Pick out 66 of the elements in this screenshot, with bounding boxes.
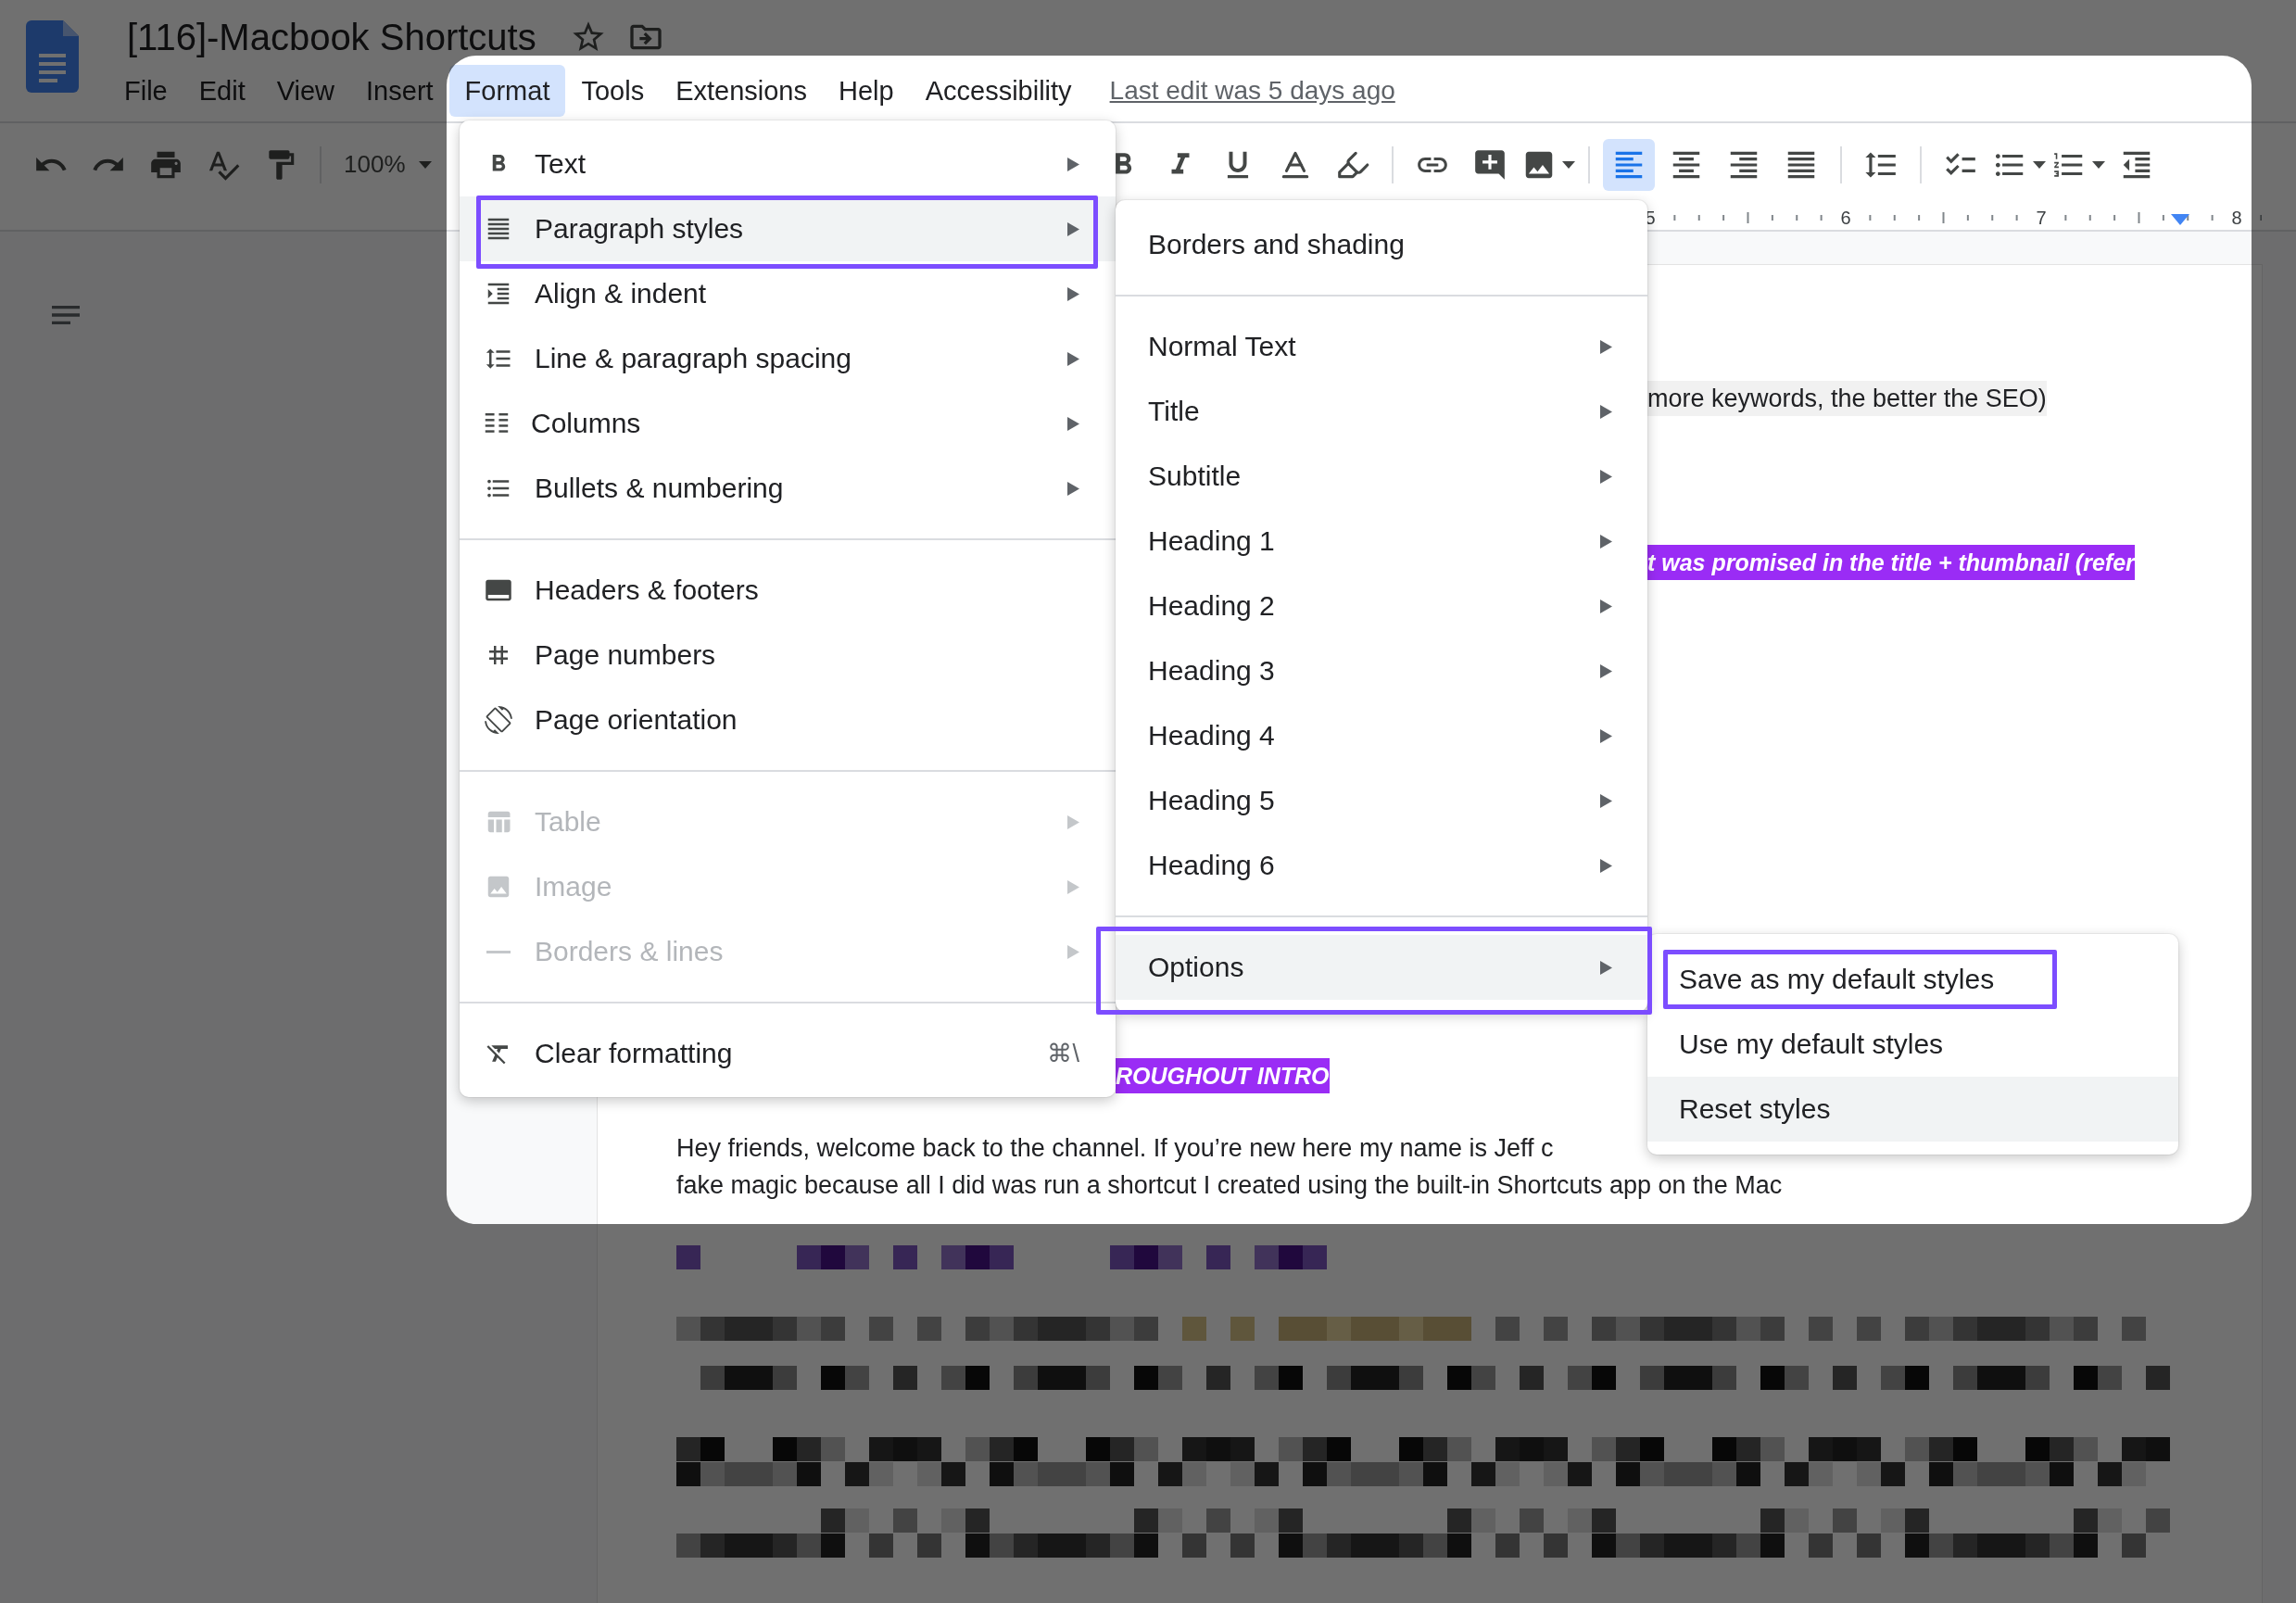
menu-item[interactable]: Heading 1 (1116, 509, 1647, 574)
submenu-arrow-icon (1600, 728, 1612, 743)
menu-item[interactable]: Heading 3 (1116, 638, 1647, 703)
caret-icon (2032, 160, 2046, 169)
menu-bar-item[interactable]: Tools (565, 65, 661, 117)
document-text: t was promised in the title + thumbnail (refer (1647, 545, 2135, 580)
menu-item[interactable]: Heading 2 (1116, 574, 1647, 638)
menu-item[interactable]: Text (460, 132, 1116, 196)
submenu-arrow-icon (1067, 351, 1079, 366)
document-text: more keywords, the better the SEO) (1647, 381, 2047, 416)
document-text: Hey friends, welcome back to the channel. If you’re new here my name is Jeff c (676, 1133, 1554, 1164)
menu-bar-item[interactable]: Help (823, 65, 910, 117)
columns-icon (485, 413, 509, 434)
menu-item[interactable]: Heading 6 (1116, 833, 1647, 898)
submenu-arrow-icon (1067, 814, 1079, 829)
menu-item[interactable]: Heading 4 (1116, 703, 1647, 768)
caret-icon (418, 160, 432, 169)
submenu-arrow-icon (1067, 157, 1079, 171)
menu-item[interactable]: Page orientation (460, 688, 1116, 752)
menu-bar-item[interactable]: Extensions (660, 65, 823, 117)
document-text: fake magic because all I did was run a shortcut I created using the built-in Shortcuts app on the Mac (676, 1170, 1783, 1201)
submenu-arrow-icon (1067, 879, 1079, 894)
submenu-arrow-icon (1067, 944, 1079, 959)
menu-bar-item[interactable]: View (260, 65, 351, 117)
caret-icon (2091, 160, 2105, 169)
menu-item[interactable]: Line & paragraph spacing (460, 326, 1116, 391)
align-left-button[interactable] (1602, 138, 1655, 191)
submenu-arrow-icon (1600, 404, 1612, 419)
submenu-arrow-icon (1600, 663, 1612, 678)
submenu-arrow-icon (1600, 960, 1612, 975)
shortcut-text: ⌘\ (1047, 1039, 1079, 1068)
menu-item[interactable]: Bullets & numbering (460, 456, 1116, 521)
menu-item[interactable]: Subtitle (1116, 444, 1647, 509)
submenu-arrow-icon (1600, 858, 1612, 873)
submenu-arrow-icon (1600, 793, 1612, 808)
submenu-arrow-icon (1067, 286, 1079, 301)
submenu-arrow-icon (1600, 534, 1612, 549)
menu-bar-item[interactable]: Edit (183, 65, 261, 117)
document-text: ROUGHOUT INTRO (1116, 1058, 1330, 1093)
submenu-arrow-icon (1067, 481, 1079, 496)
last-edit-link[interactable]: Last edit was 5 days ago (1109, 76, 1395, 106)
menu-item[interactable]: Options (1116, 935, 1647, 1000)
caret-icon (1561, 160, 1575, 169)
menu-item[interactable]: Columns (460, 391, 1116, 456)
submenu-arrow-icon (1600, 469, 1612, 484)
submenu-arrow-icon (1067, 416, 1079, 431)
menu-item[interactable]: Normal Text (1116, 314, 1647, 379)
rotate-page-icon (485, 706, 512, 734)
horizontal-line-icon (486, 950, 511, 953)
menu-bar-item[interactable]: File (108, 65, 183, 117)
menu-bar-item[interactable]: Accessibility (909, 65, 1088, 117)
indent-marker-icon[interactable] (2171, 214, 2189, 225)
menu-item[interactable]: Headers & footers (460, 558, 1116, 623)
submenu-arrow-icon (1600, 599, 1612, 613)
submenu-arrow-icon (1067, 221, 1079, 236)
menu-item[interactable]: Reset styles (1647, 1077, 2178, 1142)
menu-item[interactable]: Heading 5 (1116, 768, 1647, 833)
menu-item[interactable]: Paragraph styles (460, 196, 1116, 261)
menu-item[interactable]: Use my default styles (1647, 1012, 2178, 1077)
menu-item[interactable]: Clear formatting ⌘\ (460, 1021, 1116, 1086)
menu-bar-item[interactable]: Format (448, 65, 566, 117)
menu-item[interactable]: Title (1116, 379, 1647, 444)
menu-item[interactable]: Page numbers (460, 623, 1116, 688)
submenu-arrow-icon (1600, 339, 1612, 354)
menu-bar-item[interactable]: Insert (350, 65, 449, 117)
document-title[interactable]: [116]-Macbook Shortcuts (127, 15, 536, 59)
